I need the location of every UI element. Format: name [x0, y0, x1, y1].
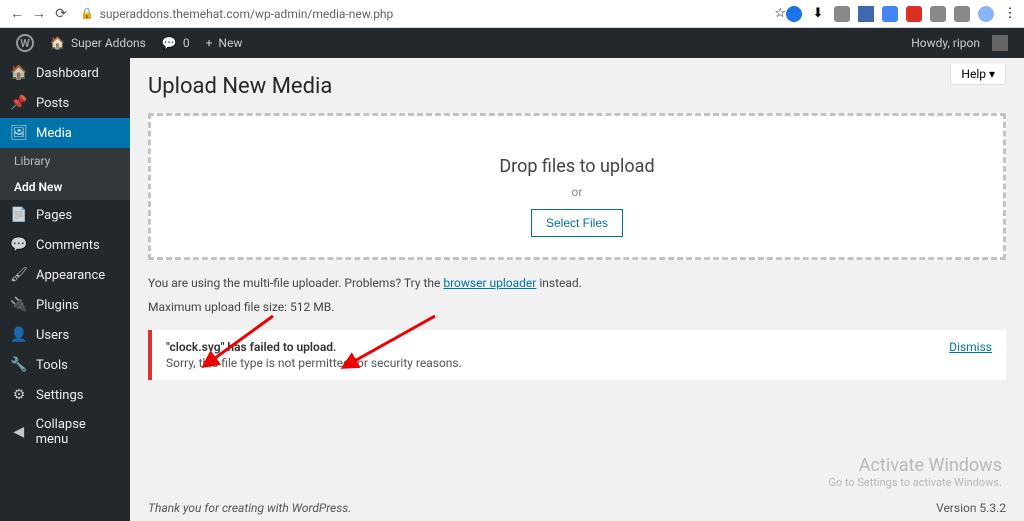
wp-admin-bar: W 🏠 Super Addons 💬 0 + New Howdy, ripon	[0, 28, 1024, 58]
drop-or: or	[161, 185, 993, 199]
sidebar-item-dashboard[interactable]: 🏠 Dashboard	[0, 58, 130, 88]
upload-limit: Maximum upload file size: 512 MB.	[148, 300, 1006, 314]
help-tab[interactable]: Help ▾	[950, 64, 1006, 85]
sidebar-label: Users	[36, 328, 69, 343]
comment-icon: 💬	[162, 36, 177, 50]
home-icon: 🏠	[50, 36, 65, 50]
browser-uploader-link[interactable]: browser uploader	[443, 276, 536, 290]
howdy-text: Howdy, ripon	[911, 36, 980, 50]
plugins-icon: 🔌	[10, 297, 28, 313]
browser-reload[interactable]: ⟳	[50, 6, 72, 22]
upload-dropzone[interactable]: Drop files to upload or Select Files	[148, 113, 1006, 260]
dismiss-link[interactable]: Dismiss	[949, 340, 992, 370]
wp-logo[interactable]: W	[8, 34, 42, 52]
sidebar-item-comments[interactable]: 💬 Comments	[0, 230, 130, 260]
browser-menu[interactable]: ⋮	[1002, 6, 1018, 22]
browser-extensions: ⬇ ⋮	[786, 6, 1018, 22]
sidebar-label: Dashboard	[36, 66, 99, 81]
sidebar-sub-library[interactable]: Library	[0, 148, 130, 174]
sidebar-item-settings[interactable]: ⚙ Settings	[0, 380, 130, 410]
new-link[interactable]: + New	[198, 36, 251, 50]
sidebar-label: Collapse menu	[36, 417, 120, 447]
sidebar-item-plugins[interactable]: 🔌 Plugins	[0, 290, 130, 320]
comments-count: 0	[183, 36, 190, 50]
browser-forward[interactable]: →	[28, 5, 50, 22]
new-label: New	[218, 36, 242, 50]
ext-icon-2[interactable]	[834, 6, 850, 22]
wordpress-icon: W	[16, 34, 34, 52]
error-title: "clock.svg" has failed to upload.	[166, 340, 462, 354]
users-icon: 👤	[10, 327, 28, 343]
ext-icon-4[interactable]	[882, 6, 898, 22]
page-title: Upload New Media	[148, 74, 1006, 99]
sidebar-label: Tools	[36, 358, 68, 373]
dashboard-icon: 🏠	[10, 65, 28, 81]
sidebar-sub-addnew[interactable]: Add New	[0, 174, 130, 200]
media-submenu: Library Add New	[0, 148, 130, 200]
appearance-icon: 🖌	[10, 267, 28, 283]
media-icon: 🖼	[10, 125, 28, 141]
sidebar-label: Comments	[36, 238, 100, 253]
profile-avatar[interactable]	[978, 6, 994, 22]
sidebar-item-pages[interactable]: 📄 Pages	[0, 200, 130, 230]
error-detail: Sorry, this file type is not permitted f…	[166, 356, 462, 370]
user-avatar	[992, 35, 1008, 51]
sidebar-label: Appearance	[36, 268, 105, 283]
sidebar-collapse[interactable]: ◀ Collapse menu	[0, 410, 130, 454]
sidebar-label: Settings	[36, 388, 83, 403]
tools-icon: 🔧	[10, 357, 28, 373]
comments-icon: 💬	[10, 237, 28, 253]
posts-icon: 📌	[10, 95, 28, 111]
footer-version: Version 5.3.2	[936, 501, 1006, 515]
select-files-button[interactable]: Select Files	[531, 209, 623, 237]
activate-windows-watermark: Activate Windows Go to Settings to activ…	[828, 455, 1002, 489]
uploader-hint: You are using the multi-file uploader. P…	[148, 276, 1006, 290]
error-notice: "clock.svg" has failed to upload. Sorry,…	[148, 330, 1006, 380]
download-icon[interactable]: ⬇	[810, 6, 826, 22]
url-text: superaddons.themehat.com/wp-admin/media-…	[100, 7, 394, 21]
plus-icon: +	[206, 36, 213, 50]
drop-text: Drop files to upload	[161, 156, 993, 177]
pages-icon: 📄	[10, 207, 28, 223]
sidebar-item-media[interactable]: 🖼 Media	[0, 118, 130, 148]
star-icon[interactable]: ☆	[774, 6, 786, 21]
account-link[interactable]: Howdy, ripon	[903, 35, 1016, 51]
ext-icon-7[interactable]	[954, 6, 970, 22]
browser-back[interactable]: ←	[6, 5, 28, 22]
site-name: Super Addons	[71, 36, 146, 50]
ext-icon-6[interactable]	[930, 6, 946, 22]
address-bar[interactable]: 🔒 superaddons.themehat.com/wp-admin/medi…	[72, 5, 774, 23]
sidebar-label: Media	[36, 126, 72, 141]
ext-icon-5[interactable]	[906, 6, 922, 22]
sidebar-label: Posts	[36, 96, 69, 111]
admin-sidebar: 🏠 Dashboard 📌 Posts 🖼 Media Library Add New…	[0, 58, 130, 521]
footer-thanks: Thank you for creating with WordPress.	[148, 501, 351, 515]
ext-icon-1[interactable]	[786, 6, 802, 22]
sidebar-label: Plugins	[36, 298, 79, 313]
sidebar-item-users[interactable]: 👤 Users	[0, 320, 130, 350]
main-content: Help ▾ Upload New Media Drop files to up…	[130, 58, 1024, 521]
comments-link[interactable]: 💬 0	[154, 36, 198, 50]
sidebar-item-tools[interactable]: 🔧 Tools	[0, 350, 130, 380]
lock-icon: 🔒	[80, 7, 94, 20]
settings-icon: ⚙	[10, 387, 28, 403]
browser-bar: ← → ⟳ 🔒 superaddons.themehat.com/wp-admi…	[0, 0, 1024, 28]
ext-icon-3[interactable]	[858, 6, 874, 22]
wordpress-link[interactable]: WordPress	[292, 501, 349, 515]
sidebar-item-posts[interactable]: 📌 Posts	[0, 88, 130, 118]
collapse-icon: ◀	[10, 424, 28, 440]
sidebar-label: Pages	[36, 208, 72, 223]
site-link[interactable]: 🏠 Super Addons	[42, 36, 154, 50]
sidebar-item-appearance[interactable]: 🖌 Appearance	[0, 260, 130, 290]
